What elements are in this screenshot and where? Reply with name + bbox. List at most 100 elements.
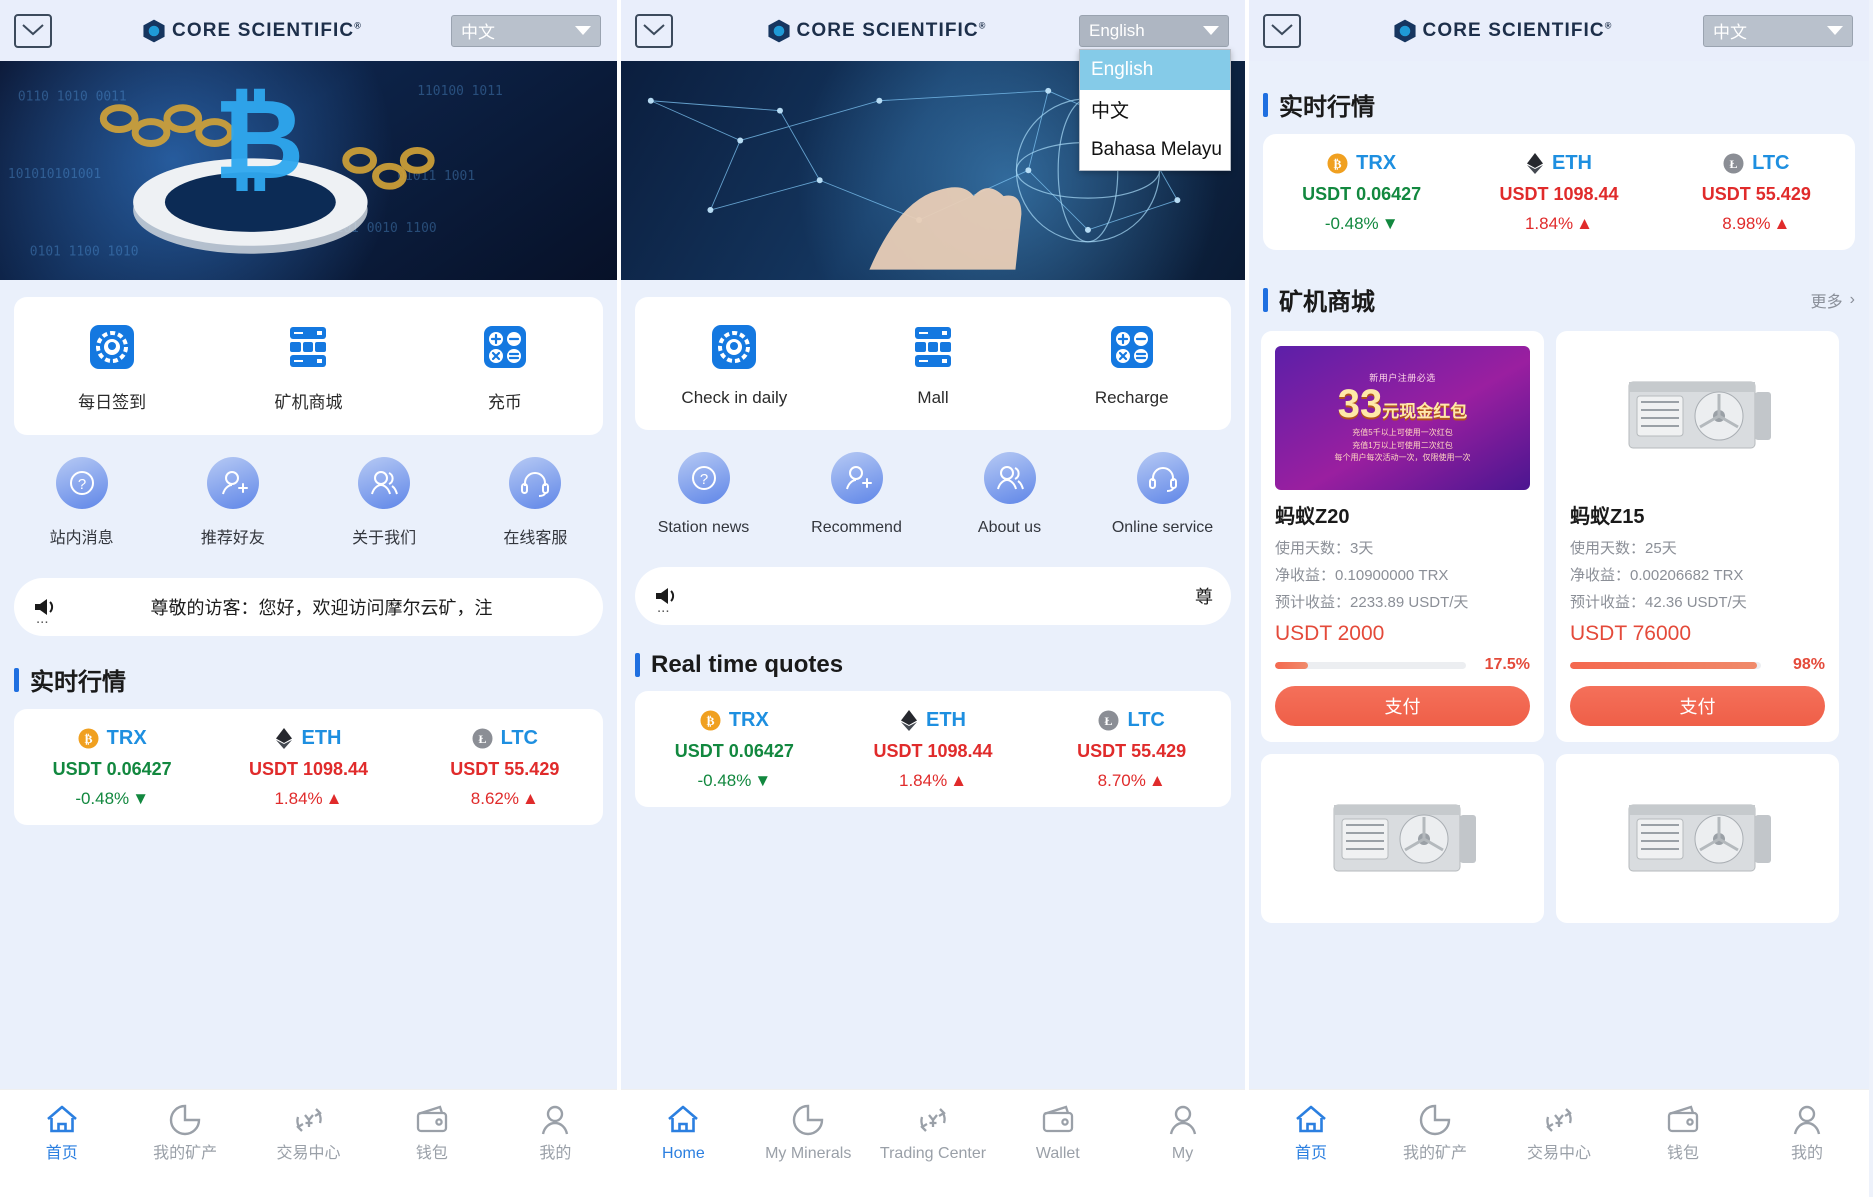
tab-home[interactable]: 首页 (1249, 1102, 1373, 1163)
round-action-station-news[interactable]: ? Station news (627, 452, 780, 537)
person-icon (1789, 1102, 1825, 1138)
quote-change: 8.98%▲ (1722, 214, 1790, 234)
round-action-online-service[interactable]: Online service (1086, 452, 1239, 537)
announcement-bar-panel2[interactable]: ... 尊 (635, 567, 1231, 625)
quote-price: USDT 0.06427 (53, 759, 172, 780)
quote-ltc[interactable]: Ł LTC USDT 55.429 8.62%▲ (407, 727, 603, 809)
mail-icon[interactable] (1263, 14, 1301, 48)
tab-trading-center[interactable]: Trading Center (871, 1102, 996, 1163)
tab-label: 钱包 (416, 1145, 448, 1163)
product-card[interactable]: 蚂蚁Z15 使用天数：25天 净收益：0.00206682 TRX 预计收益：4… (1556, 331, 1839, 742)
round-action-online-service[interactable]: 在线客服 (460, 457, 611, 548)
quote-trx[interactable]: ₿ TRX USDT 0.06427 -0.48%▼ (635, 709, 834, 791)
round-action-recommend[interactable]: 推荐好友 (157, 457, 308, 548)
mining-rig-illustration (1320, 781, 1485, 901)
quote-head: ETH (275, 727, 341, 750)
bottom-tab-bar-panel1: 首页 我的矿产 交易中心 钱包 我的 (0, 1089, 617, 1197)
product-card[interactable]: 新用户注册必选 33元现金红包 充值5千以上可使用一次红包 充值1万以上可使用二… (1261, 331, 1544, 742)
tab-wallet[interactable]: 钱包 (1621, 1102, 1745, 1163)
svg-text:₿: ₿ (214, 76, 305, 205)
wallet-icon (1665, 1102, 1701, 1138)
arrow-down-icon: ▼ (132, 789, 149, 809)
tab-my[interactable]: My (1120, 1102, 1245, 1163)
tab-wallet[interactable]: 钱包 (370, 1102, 493, 1163)
round-action-about-us[interactable]: About us (933, 452, 1086, 537)
language-selector-panel1[interactable]: 中文 (451, 15, 601, 47)
quick-action-recharge[interactable]: Recharge (1032, 323, 1231, 408)
language-selected-label: 中文 (461, 18, 495, 43)
tab-label: 我的 (1791, 1145, 1823, 1163)
svg-text:0101 1100 1010: 0101 1100 1010 (30, 245, 139, 260)
product-card[interactable] (1261, 754, 1544, 923)
quotes-section-header-panel1: 实时行情 (14, 662, 603, 697)
quote-price: USDT 55.429 (450, 759, 559, 780)
quick-action-check-in[interactable]: 每日签到 (14, 323, 210, 413)
quote-symbol: LTC (1127, 709, 1164, 732)
round-action-about-us[interactable]: 关于我们 (309, 457, 460, 548)
tab-label: 我的矿产 (153, 1145, 217, 1163)
quote-eth[interactable]: ETH USDT 1098.44 1.84%▲ (210, 727, 406, 809)
eth-coin-icon (900, 710, 918, 731)
quick-action-recharge[interactable]: 充币 (407, 323, 603, 413)
core-scientific-logo-icon (766, 18, 792, 44)
product-net-income: 净收益：0.10900000 TRX (1275, 564, 1530, 585)
mall-more-label: 更多 (1811, 288, 1843, 312)
language-selector-panel2[interactable]: English English 中文 Bahasa Melayu (1079, 15, 1229, 47)
tab-home[interactable]: 首页 (0, 1102, 123, 1163)
bottom-tab-bar-panel2: Home My Minerals Trading Center Wallet M… (621, 1089, 1245, 1197)
quote-trx[interactable]: ₿ TRX USDT 0.06427 -0.48%▼ (14, 727, 210, 809)
quote-change-value: -0.48% (75, 789, 129, 809)
pay-button[interactable]: 支付 (1275, 686, 1530, 726)
quick-action-check-in[interactable]: Check in daily (635, 323, 834, 408)
pay-button[interactable]: 支付 (1570, 686, 1825, 726)
quote-change: 1.84%▲ (274, 789, 342, 809)
language-option-malay[interactable]: Bahasa Melayu (1080, 130, 1230, 170)
trx-coin-icon: ₿ (78, 728, 99, 749)
tab-my-minerals[interactable]: 我的矿产 (123, 1102, 246, 1163)
language-selector-panel3[interactable]: 中文 (1703, 15, 1853, 47)
quotes-card-panel3: ₿ TRX USDT 0.06427 -0.48%▼ ETH USDT 1098… (1263, 134, 1855, 250)
language-dropdown-menu: English 中文 Bahasa Melayu (1079, 49, 1231, 171)
announcement-bar-panel1[interactable]: ... 尊敬的访客：您好，欢迎访问摩尔云矿，注 (14, 578, 603, 636)
tab-trading-center[interactable]: 交易中心 (247, 1102, 370, 1163)
mining-rig-illustration (1615, 358, 1780, 478)
svg-text:₿: ₿ (706, 714, 714, 728)
quote-eth[interactable]: ETH USDT 1098.44 1.84%▲ (1460, 152, 1657, 234)
quote-ltc[interactable]: Ł LTC USDT 55.429 8.70%▲ (1032, 709, 1231, 791)
quote-symbol: LTC (1752, 152, 1789, 175)
quote-symbol: ETH (301, 727, 341, 750)
language-option-english[interactable]: English (1080, 50, 1230, 90)
tab-my-minerals[interactable]: My Minerals (746, 1102, 871, 1163)
quote-eth[interactable]: ETH USDT 1098.44 1.84%▲ (834, 709, 1033, 791)
panel3-body: 实时行情 ₿ TRX USDT 0.06427 -0.48%▼ (1249, 61, 1869, 1197)
tab-my[interactable]: 我的 (1745, 1102, 1869, 1163)
arrow-up-icon: ▲ (950, 771, 967, 791)
tab-wallet[interactable]: Wallet (995, 1102, 1120, 1163)
round-action-recommend[interactable]: Recommend (780, 452, 933, 537)
mail-icon[interactable] (14, 14, 52, 48)
quick-action-label: Mall (917, 388, 948, 408)
product-days: 使用天数：3天 (1275, 537, 1530, 558)
round-action-station-news[interactable]: ? 站内消息 (6, 457, 157, 548)
language-option-chinese[interactable]: 中文 (1080, 90, 1230, 130)
mail-icon[interactable] (635, 14, 673, 48)
quote-symbol: TRX (729, 709, 769, 732)
quote-trx[interactable]: ₿ TRX USDT 0.06427 -0.48%▼ (1263, 152, 1460, 234)
tab-my-minerals[interactable]: 我的矿产 (1373, 1102, 1497, 1163)
quick-action-mall[interactable]: Mall (834, 323, 1033, 408)
tab-my[interactable]: 我的 (494, 1102, 617, 1163)
quote-change: -0.48%▼ (1325, 214, 1399, 234)
quote-ltc[interactable]: Ł LTC USDT 55.429 8.98%▲ (1658, 152, 1855, 234)
quotes-card-panel1: ₿ TRX USDT 0.06427 -0.48%▼ ETH USDT 1098… (14, 709, 603, 825)
question-icon: ? (56, 457, 108, 509)
mall-more-link[interactable]: 更多 › (1811, 288, 1855, 312)
quote-head: Ł LTC (1098, 709, 1164, 732)
quick-action-label: 每日签到 (78, 388, 146, 413)
tab-home[interactable]: Home (621, 1102, 746, 1163)
quote-head: Ł LTC (1723, 152, 1789, 175)
tab-trading-center[interactable]: 交易中心 (1497, 1102, 1621, 1163)
quick-action-mall[interactable]: 矿机商城 (210, 323, 406, 413)
product-card[interactable] (1556, 754, 1839, 923)
mall-product-grid: 新用户注册必选 33元现金红包 充值5千以上可使用一次红包 充值1万以上可使用二… (1249, 317, 1869, 923)
quote-change: 8.62%▲ (471, 789, 539, 809)
